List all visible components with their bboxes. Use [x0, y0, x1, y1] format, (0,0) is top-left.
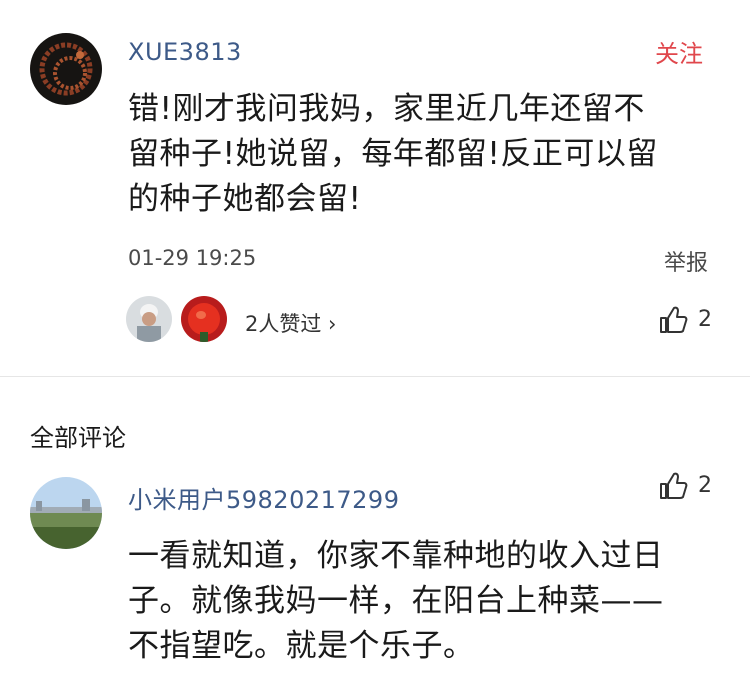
user-avatar[interactable]	[30, 477, 102, 549]
like-button[interactable]: 2	[658, 470, 728, 504]
thumbs-up-icon	[660, 306, 688, 333]
thumbs-up-icon	[660, 472, 688, 499]
comment-text-line: 错!刚才我问我妈，家里近几年还留不	[128, 91, 645, 127]
follow-button[interactable]: 关注	[655, 34, 703, 69]
comment-text-line: 留种子!她说留，每年都留!反正可以留	[128, 136, 658, 172]
section-title: 全部评论	[30, 424, 126, 452]
username[interactable]: XUE3813	[128, 38, 242, 66]
comment-text-line: 一看就知道，你家不靠种地的收入过日	[128, 538, 664, 574]
liker-avatar[interactable]	[126, 296, 172, 342]
comment-text-line: 的种子她都会留!	[128, 181, 362, 217]
username[interactable]: 小米用户59820217299	[128, 480, 399, 515]
comment-text-line: 不指望吃。就是个乐子。	[128, 628, 475, 664]
divider	[0, 376, 750, 377]
user-avatar[interactable]	[30, 33, 102, 105]
comment-text-line: 子。就像我妈一样，在阳台上种菜——	[128, 583, 664, 619]
timestamp: 01-29 19:25	[128, 246, 257, 270]
comment-text: 一看就知道，你家不靠种地的收入过日 子。就像我妈一样，在阳台上种菜—— 不指望吃…	[128, 534, 738, 669]
report-button[interactable]: 举报	[664, 245, 708, 277]
comment-text: 错!刚才我问我妈，家里近几年还留不 留种子!她说留，每年都留!反正可以留 的种子…	[128, 87, 728, 222]
like-count: 2	[698, 473, 712, 498]
liker-avatar[interactable]	[181, 296, 227, 342]
like-count: 2	[698, 307, 712, 332]
likers-link[interactable]: 2人赞过 ›	[245, 308, 336, 338]
like-button[interactable]: 2	[658, 304, 728, 338]
